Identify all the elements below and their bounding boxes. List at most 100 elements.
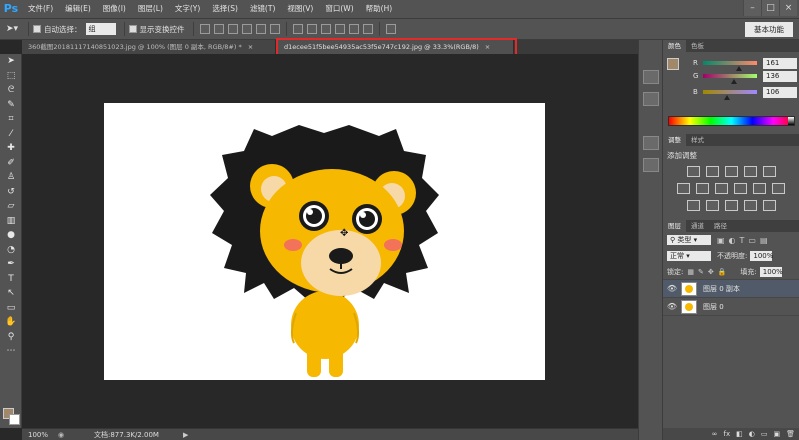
marquee-tool-icon[interactable]: ⬚ [0, 69, 22, 84]
document-canvas[interactable]: ✥ [104, 103, 545, 380]
auto-select-checkbox[interactable] [33, 25, 41, 33]
tab-color[interactable]: 颜色 [663, 40, 686, 52]
align-top-icon[interactable] [199, 24, 210, 34]
menu-filter[interactable]: 滤镜(T) [244, 0, 281, 18]
path-select-tool-icon[interactable]: ↖ [0, 286, 22, 301]
blur-tool-icon[interactable]: ● [0, 228, 22, 243]
menu-edit[interactable]: 编辑(E) [59, 0, 97, 18]
info-icon[interactable]: ◉ [58, 431, 72, 439]
menu-select[interactable]: 选择(S) [206, 0, 244, 18]
tab-layers[interactable]: 图层 [663, 220, 686, 232]
tab-swatches[interactable]: 色板 [686, 40, 709, 52]
distribute-vcenter-icon[interactable] [306, 24, 317, 34]
workspace-button[interactable]: 基本功能 [745, 22, 793, 37]
character-panel-icon[interactable] [642, 136, 659, 150]
distribute-right-icon[interactable] [362, 24, 373, 34]
layer-filter-icons[interactable]: ▣◐T▭▤ [717, 236, 772, 245]
selective-color-icon[interactable] [743, 200, 757, 211]
tab-styles[interactable]: 样式 [686, 134, 709, 146]
show-transform-checkbox[interactable] [128, 25, 137, 33]
auto-select-dropdown[interactable]: 组 [85, 23, 116, 35]
zoom-level[interactable]: 100% [22, 431, 58, 439]
photo-filter-icon[interactable] [734, 183, 747, 194]
quick-select-tool-icon[interactable]: ✎ [0, 98, 22, 113]
menu-file[interactable]: 文件(F) [22, 0, 59, 18]
brush-tool-icon[interactable]: ✐ [0, 156, 22, 171]
new-layer-icon[interactable]: ▣ [773, 430, 780, 438]
layer-row[interactable]: 👁 图层 0 [663, 298, 799, 316]
history-brush-tool-icon[interactable]: ↺ [0, 185, 22, 200]
posterize-icon[interactable] [705, 200, 719, 211]
gradient-map-icon[interactable] [762, 200, 776, 211]
menu-window[interactable]: 窗口(W) [319, 0, 359, 18]
layer-style-icon[interactable]: fx [724, 430, 731, 438]
maximize-button[interactable]: □ [761, 0, 779, 16]
auto-align-icon[interactable] [385, 24, 396, 34]
menu-image[interactable]: 图像(I) [97, 0, 132, 18]
red-slider[interactable] [703, 61, 757, 71]
new-group-icon[interactable]: ▭ [761, 430, 768, 438]
red-value[interactable]: 161 [763, 57, 797, 69]
dodge-tool-icon[interactable]: ◔ [0, 243, 22, 258]
exposure-icon[interactable] [743, 166, 757, 177]
link-layers-icon[interactable]: ∞ [712, 430, 718, 438]
layer-filter-dropdown[interactable]: ⚲ 类型 ▾ [667, 235, 711, 245]
clone-stamp-tool-icon[interactable]: ♙ [0, 170, 22, 185]
levels-icon[interactable] [705, 166, 719, 177]
threshold-icon[interactable] [724, 200, 738, 211]
layer-row[interactable]: 👁 图层 0 副本 [663, 280, 799, 298]
lock-icons[interactable]: ▦✎✥🔒 [687, 268, 730, 276]
zoom-tool-icon[interactable]: ⚲ [0, 330, 22, 345]
align-bottom-icon[interactable] [227, 24, 238, 34]
background-color-swatch[interactable] [9, 414, 20, 425]
shape-tool-icon[interactable]: ▭ [0, 301, 22, 316]
align-right-icon[interactable] [269, 24, 280, 34]
opacity-field[interactable]: 100% [750, 251, 773, 261]
menu-view[interactable]: 视图(V) [281, 0, 319, 18]
curves-icon[interactable] [724, 166, 738, 177]
align-left-icon[interactable] [241, 24, 252, 34]
green-value[interactable]: 136 [763, 70, 797, 82]
hue-saturation-icon[interactable] [677, 183, 690, 194]
close-window-button[interactable]: × [779, 0, 797, 16]
gradient-tool-icon[interactable]: ▥ [0, 214, 22, 229]
distribute-hcenter-icon[interactable] [348, 24, 359, 34]
paragraph-panel-icon[interactable] [642, 158, 659, 172]
invert-icon[interactable] [686, 200, 700, 211]
type-tool-icon[interactable]: T [0, 272, 22, 287]
hand-tool-icon[interactable]: ✋ [0, 315, 22, 330]
history-panel-icon[interactable] [642, 70, 659, 84]
menu-help[interactable]: 帮助(H) [360, 0, 399, 18]
color-lookup-icon[interactable] [772, 183, 785, 194]
distribute-bottom-icon[interactable] [320, 24, 331, 34]
tab-adjustments[interactable]: 调整 [663, 134, 686, 146]
tab-document-1[interactable]: 360截图20181117140851023.jpg @ 100% (图层 0 … [22, 40, 276, 54]
fill-field[interactable]: 100% [759, 266, 783, 277]
crop-tool-icon[interactable]: ⌗ [0, 112, 22, 127]
eraser-tool-icon[interactable]: ▱ [0, 199, 22, 214]
eyedropper-tool-icon[interactable]: ⁄ [0, 127, 22, 142]
status-menu-arrow-icon[interactable]: ▶ [183, 431, 188, 439]
distribute-top-icon[interactable] [292, 24, 303, 34]
black-white-icon[interactable] [715, 183, 728, 194]
actions-panel-icon[interactable] [642, 92, 659, 106]
move-tool-preset-icon[interactable]: ➤▾ [0, 24, 24, 34]
brightness-icon[interactable] [686, 166, 700, 177]
layer-mask-icon[interactable]: ◧ [736, 430, 743, 438]
new-adjustment-icon[interactable]: ◐ [749, 430, 755, 438]
move-tool-icon[interactable]: ➤ [0, 54, 22, 69]
align-vcenter-icon[interactable] [213, 24, 224, 34]
menu-type[interactable]: 文字(Y) [169, 0, 206, 18]
eye-icon[interactable]: 👁 [663, 302, 681, 311]
blue-value[interactable]: 106 [763, 86, 797, 98]
blue-slider[interactable] [703, 90, 757, 100]
eye-icon[interactable]: 👁 [663, 284, 681, 293]
green-slider[interactable] [703, 74, 757, 84]
healing-brush-tool-icon[interactable]: ✚ [0, 141, 22, 156]
minimize-button[interactable]: – [743, 0, 761, 16]
distribute-left-icon[interactable] [334, 24, 345, 34]
delete-layer-icon[interactable]: 🗑 [786, 430, 795, 438]
lasso-tool-icon[interactable]: ᘓ [0, 83, 22, 98]
tab-channels[interactable]: 通道 [686, 220, 709, 232]
align-hcenter-icon[interactable] [255, 24, 266, 34]
